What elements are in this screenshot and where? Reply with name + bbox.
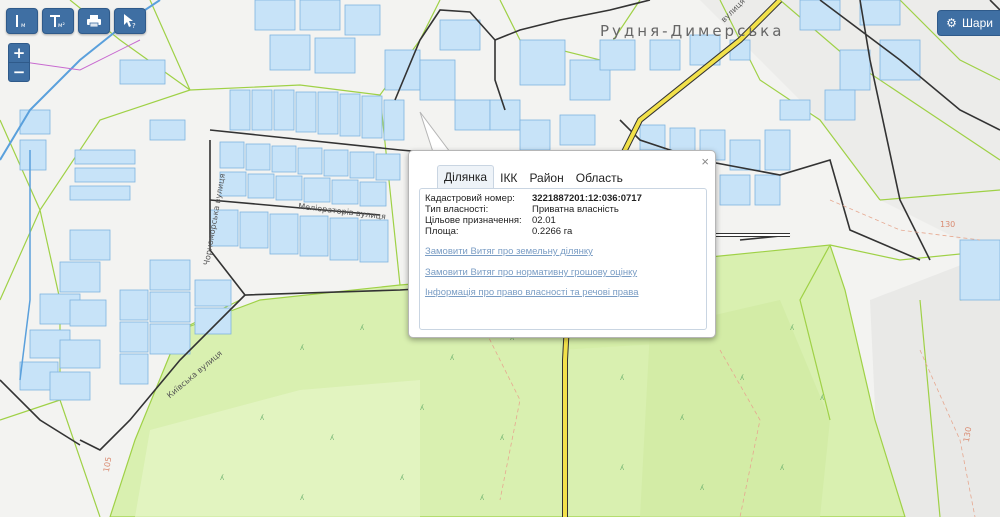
area-value: 0.2266 га: [532, 226, 573, 237]
order-valuation-extract-link[interactable]: Замовити Витяг про нормативну грошову оц…: [425, 267, 637, 278]
printer-icon: [87, 15, 101, 28]
layers-button[interactable]: ⚙ Шари: [937, 10, 1000, 36]
zoom-in-button[interactable]: +: [9, 44, 29, 62]
svg-text:ʎ: ʎ: [330, 434, 334, 442]
identify-button[interactable]: ?: [114, 8, 146, 34]
svg-text:ʎ: ʎ: [700, 484, 704, 492]
popup-pointer: [419, 111, 451, 153]
measure-distance-button[interactable]: м: [6, 8, 38, 34]
measure-area-button[interactable]: м²: [42, 8, 74, 34]
svg-text:ʎ: ʎ: [620, 464, 624, 472]
svg-text:ʎ: ʎ: [480, 494, 484, 502]
tab-ikk[interactable]: ІКК: [494, 167, 523, 188]
popup-tabs: Ділянка ІКК Район Область: [437, 165, 629, 188]
svg-text:м²: м²: [58, 22, 66, 29]
attr-label: Тип власності:: [425, 204, 489, 215]
close-icon[interactable]: ×: [701, 154, 709, 169]
svg-text:ʎ: ʎ: [260, 414, 264, 422]
svg-text:ʎ: ʎ: [620, 374, 624, 382]
svg-text:ʎ: ʎ: [780, 464, 784, 472]
attr-label: Кадастровий номер:: [425, 193, 515, 204]
purpose-value: 02.01: [532, 215, 556, 226]
svg-text:ʎ: ʎ: [300, 494, 304, 502]
tab-parcel[interactable]: Ділянка: [437, 165, 495, 188]
svg-text:?: ?: [132, 22, 136, 29]
zoom-control: + −: [8, 43, 30, 82]
order-parcel-extract-link[interactable]: Замовити Витяг про земельну ділянку: [425, 246, 593, 257]
parcel-info-popup: × Ділянка ІКК Район Область Кадастровий …: [408, 150, 716, 338]
tab-region[interactable]: Область: [570, 167, 629, 188]
svg-text:ʎ: ʎ: [400, 474, 404, 482]
svg-text:ʎ: ʎ: [680, 414, 684, 422]
attr-row-ownership: Тип власності: Приватна власність: [425, 204, 642, 215]
attr-row-purpose: Цільове призначення: 02.01: [425, 215, 642, 226]
print-button[interactable]: [78, 8, 110, 34]
svg-text:м: м: [21, 22, 26, 29]
attr-row-area: Площа: 0.2266 га: [425, 226, 642, 237]
svg-text:ʎ: ʎ: [220, 474, 224, 482]
ownership-rights-info-link[interactable]: Інформація про право власності та речові…: [425, 287, 639, 298]
attr-label: Площа:: [425, 226, 459, 237]
place-name-label: Рудня-Димерська: [600, 22, 785, 40]
parcel-info-panel: Кадастровий номер: 3221887201:12:036:071…: [419, 188, 707, 330]
ruler-m2-icon: м²: [50, 15, 66, 29]
svg-text:ʎ: ʎ: [450, 354, 454, 362]
svg-text:ʎ: ʎ: [820, 394, 824, 402]
svg-text:ʎ: ʎ: [790, 324, 794, 332]
gear-icon: ⚙: [946, 16, 957, 30]
svg-text:ʎ: ʎ: [500, 434, 504, 442]
ruler-m-icon: м: [16, 15, 26, 29]
cursor-question-icon: ?: [124, 14, 136, 29]
parcel-attributes: Кадастровий номер: 3221887201:12:036:071…: [425, 193, 642, 237]
svg-text:ʎ: ʎ: [740, 374, 744, 382]
zoom-out-button[interactable]: −: [9, 62, 29, 81]
attr-row-cadastral: Кадастровий номер: 3221887201:12:036:071…: [425, 193, 642, 204]
svg-text:ʎ: ʎ: [300, 344, 304, 352]
svg-text:ʎ: ʎ: [360, 324, 364, 332]
ownership-type-value: Приватна власність: [532, 204, 619, 215]
tab-district[interactable]: Район: [523, 167, 569, 188]
attr-label: Цільове призначення:: [425, 215, 522, 226]
svg-text:ʎ: ʎ: [420, 404, 424, 412]
layers-button-label: Шари: [961, 16, 993, 30]
map-toolbar: м м² ?: [6, 8, 146, 34]
cadastral-number-value: 3221887201:12:036:0717: [532, 193, 642, 204]
elevation-label: 130: [940, 220, 956, 229]
